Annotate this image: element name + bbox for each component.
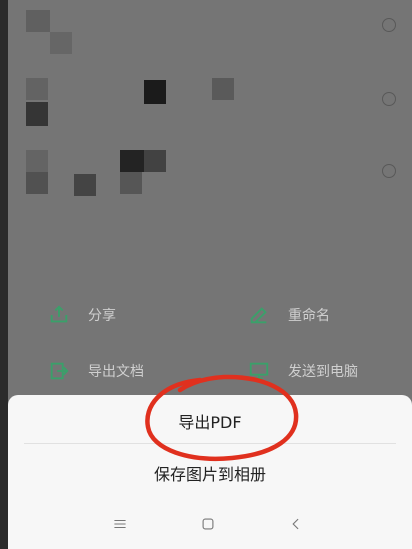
save-image-button[interactable]: 保存图片到相册 (8, 461, 412, 485)
system-navbar (8, 500, 412, 549)
export-icon (50, 362, 69, 380)
save-image-label: 保存图片到相册 (153, 465, 266, 484)
send-to-pc-label: 发送到电脑 (288, 364, 358, 380)
export-pdf-label: 导出PDF (178, 413, 242, 432)
share-label: 分享 (88, 308, 116, 324)
divider (24, 443, 396, 444)
share-action[interactable]: 分享 (48, 304, 116, 326)
back-icon[interactable] (286, 514, 306, 534)
edit-icon (250, 307, 267, 324)
export-doc-action[interactable]: 导出文档 (48, 360, 144, 382)
send-to-pc-action[interactable]: 发送到电脑 (248, 360, 358, 382)
rename-action[interactable]: 重命名 (248, 304, 330, 326)
export-pdf-button[interactable]: 导出PDF (8, 409, 412, 433)
action-grid: 分享 重命名 导出文档 发送到电脑 (8, 282, 412, 402)
share-icon (50, 305, 68, 323)
export-bottom-sheet: 导出PDF 保存图片到相册 (8, 395, 412, 500)
rename-label: 重命名 (288, 308, 330, 324)
menu-icon[interactable] (110, 514, 130, 534)
computer-icon (249, 362, 269, 380)
home-icon[interactable] (198, 514, 218, 534)
export-doc-label: 导出文档 (88, 364, 144, 380)
